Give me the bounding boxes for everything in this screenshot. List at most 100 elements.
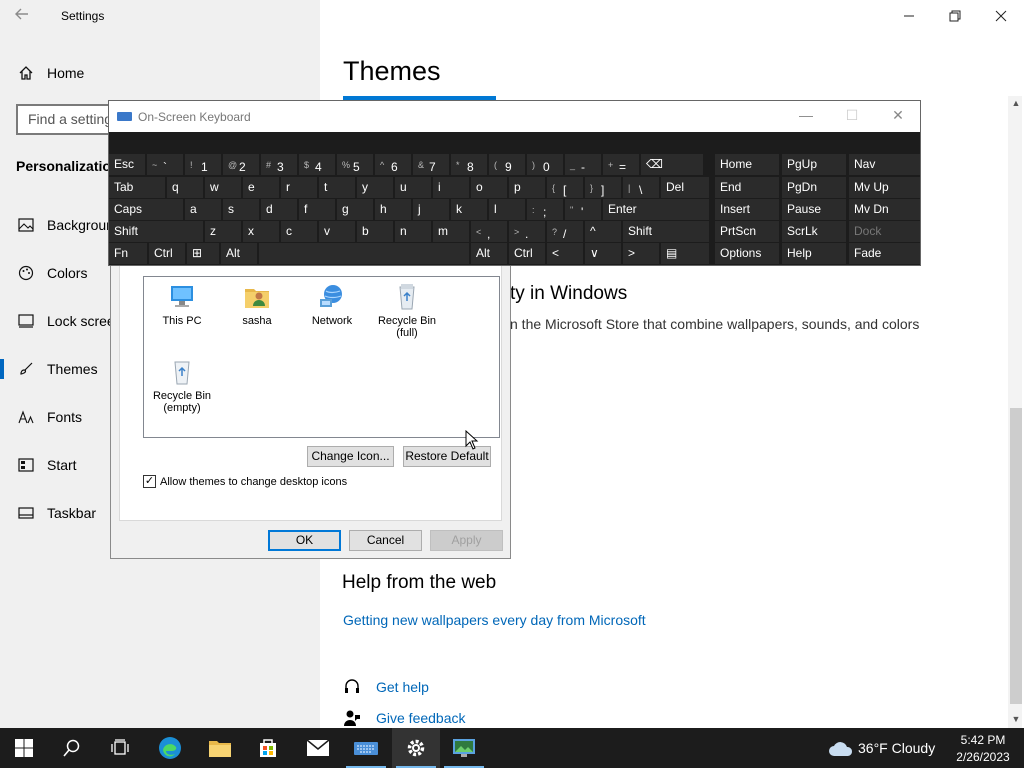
key-m[interactable]: m — [433, 221, 469, 242]
key-r[interactable]: r — [281, 177, 317, 198]
apply-button[interactable]: Apply — [430, 530, 503, 551]
key-ctrl-right[interactable]: Ctrl — [509, 243, 545, 264]
wallpapers-link[interactable]: Getting new wallpapers every day from Mi… — [343, 612, 646, 628]
key-t[interactable]: t — [319, 177, 355, 198]
key-arrow-left[interactable]: < — [547, 243, 583, 264]
desktop-icon-list[interactable]: This PC sasha Network Recycle Bin(full) — [143, 276, 500, 438]
key-fade[interactable]: Fade — [849, 243, 920, 264]
key-y[interactable]: y — [357, 177, 393, 198]
osk-minimize-button[interactable]: — — [791, 107, 821, 127]
key-comma[interactable]: <, — [471, 221, 507, 242]
list-item[interactable]: This PC — [146, 281, 218, 327]
give-feedback-link[interactable]: Give feedback — [376, 710, 466, 726]
key-help[interactable]: Help — [782, 243, 846, 264]
key-k[interactable]: k — [451, 199, 487, 220]
key-backslash[interactable]: | \ — [623, 177, 659, 198]
back-arrow-icon[interactable] — [14, 6, 36, 26]
key-i[interactable]: i — [433, 177, 469, 198]
key-tab[interactable]: Tab — [109, 177, 165, 198]
cancel-button[interactable]: Cancel — [349, 530, 422, 551]
key-menu[interactable]: ▤ — [661, 243, 709, 264]
scroll-up-icon[interactable]: ▲ — [1010, 98, 1022, 110]
key-1[interactable]: ~ ` — [147, 154, 183, 175]
key-c[interactable]: c — [281, 221, 317, 242]
key-v[interactable]: v — [319, 221, 355, 242]
store-button[interactable] — [244, 728, 292, 768]
osk-taskbar-button[interactable] — [342, 728, 390, 768]
key-bracket-left[interactable]: {[ — [547, 177, 583, 198]
edge-button[interactable] — [146, 728, 194, 768]
restore-button[interactable] — [932, 4, 978, 28]
key-windows[interactable]: ⊞ — [187, 243, 219, 264]
personalization-taskbar-button[interactable] — [440, 728, 488, 768]
key-a[interactable]: a — [185, 199, 221, 220]
ok-button[interactable]: OK — [268, 530, 341, 551]
key-options[interactable]: Options — [715, 243, 779, 264]
scroll-thumb[interactable] — [1010, 408, 1022, 704]
key-end[interactable]: End — [715, 177, 779, 198]
key-arrow-right[interactable]: > — [623, 243, 659, 264]
key-2[interactable]: ! 1 — [185, 154, 221, 175]
key-10[interactable]: (9 — [489, 154, 525, 175]
task-view-button[interactable] — [96, 728, 144, 768]
key-backspace[interactable]: ⌫ — [641, 154, 703, 175]
key-esc[interactable]: Esc — [109, 154, 145, 175]
list-item[interactable]: Recycle Bin (empty) — [146, 356, 218, 414]
key-period[interactable]: >. — [509, 221, 545, 242]
key-l[interactable]: l — [489, 199, 525, 220]
key-x[interactable]: x — [243, 221, 279, 242]
search-button[interactable] — [48, 728, 96, 768]
key-prtscn[interactable]: PrtScn — [715, 221, 779, 242]
list-item[interactable]: Recycle Bin (full) — [371, 281, 443, 339]
key-arrow-up[interactable]: ^ — [585, 221, 621, 242]
key-f[interactable]: f — [299, 199, 335, 220]
key-alt-left[interactable]: Alt — [221, 243, 257, 264]
key-caps[interactable]: Caps — [109, 199, 183, 220]
key-fn[interactable]: Fn — [109, 243, 147, 264]
close-button[interactable] — [978, 4, 1024, 28]
key-b[interactable]: b — [357, 221, 393, 242]
key-o[interactable]: o — [471, 177, 507, 198]
key-mv-dn[interactable]: Mv Dn — [849, 199, 920, 220]
key-h[interactable]: h — [375, 199, 411, 220]
key-del[interactable]: Del — [661, 177, 709, 198]
key-n[interactable]: n — [395, 221, 431, 242]
key-3[interactable]: @2 — [223, 154, 259, 175]
key-shift-right[interactable]: Shift — [623, 221, 709, 242]
key-6[interactable]: % 5 — [337, 154, 373, 175]
key-d[interactable]: d — [261, 199, 297, 220]
key-8[interactable]: & 7 — [413, 154, 449, 175]
key-nav[interactable]: Nav — [849, 154, 920, 175]
osk-close-button[interactable]: ✕ — [883, 107, 913, 127]
settings-taskbar-button[interactable] — [392, 728, 440, 768]
key-insert[interactable]: Insert — [715, 199, 779, 220]
key-z[interactable]: z — [205, 221, 241, 242]
key-dock[interactable]: Dock — [849, 221, 920, 242]
mail-button[interactable] — [294, 728, 342, 768]
key-bracket-right[interactable]: }] — [585, 177, 621, 198]
key-alt-right[interactable]: Alt — [471, 243, 507, 264]
key-home[interactable]: Home — [715, 154, 779, 175]
file-explorer-button[interactable] — [196, 728, 244, 768]
key-slash[interactable]: ? / — [547, 221, 583, 242]
weather-widget[interactable]: 36°F Cloudy — [828, 740, 935, 757]
key-9[interactable]: * 8 — [451, 154, 487, 175]
key-enter[interactable]: Enter — [603, 199, 709, 220]
key-mv-up[interactable]: Mv Up — [849, 177, 920, 198]
key-12[interactable]: _ - — [565, 154, 601, 175]
list-item[interactable]: sasha — [221, 281, 293, 327]
key-q[interactable]: q — [167, 177, 203, 198]
key-13[interactable]: + = — [603, 154, 639, 175]
minimize-button[interactable] — [886, 4, 932, 28]
key-4[interactable]: #3 — [261, 154, 297, 175]
key-p[interactable]: p — [509, 177, 545, 198]
key-11[interactable]: ) 0 — [527, 154, 563, 175]
nav-home[interactable]: Home — [0, 53, 320, 93]
osk-titlebar[interactable]: On-Screen Keyboard — ☐ ✕ — [109, 101, 920, 132]
change-icon-button[interactable]: Change Icon... — [307, 446, 394, 467]
allow-themes-row[interactable]: ✓ Allow themes to change desktop icons — [143, 475, 347, 488]
key-u[interactable]: u — [395, 177, 431, 198]
scroll-down-icon[interactable]: ▼ — [1010, 714, 1022, 726]
key-5[interactable]: $4 — [299, 154, 335, 175]
key-ctrl-left[interactable]: Ctrl — [149, 243, 185, 264]
